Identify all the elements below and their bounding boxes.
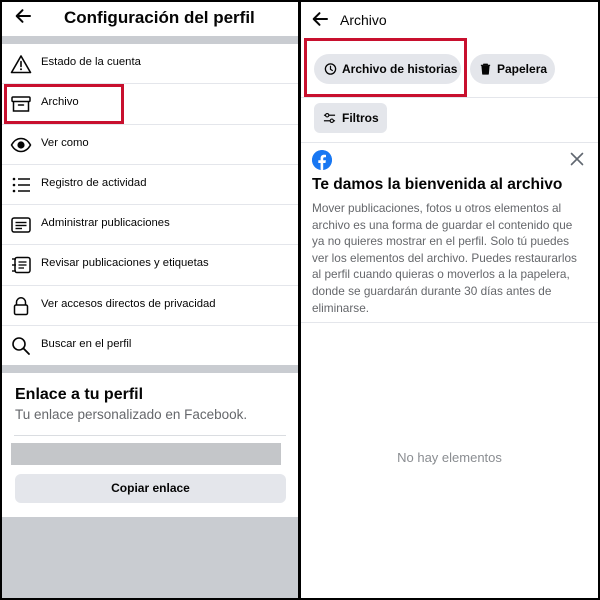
copy-link-button[interactable]: Copiar enlace xyxy=(15,474,286,503)
menu-item-label: Estado de la cuenta xyxy=(41,56,141,68)
trash-chip[interactable]: Papelera xyxy=(470,54,555,84)
welcome-description: Mover publicaciones, fotos u otros eleme… xyxy=(312,201,577,315)
menu-item-privacy-shortcuts[interactable]: Ver accesos directos de privacidad xyxy=(2,286,298,327)
menu-item-label: Administrar publicaciones xyxy=(41,217,170,230)
page-title: Archivo xyxy=(340,12,387,28)
menu-item-manage-posts[interactable]: Administrar publicaciones xyxy=(2,205,298,246)
menu-item-review-tags[interactable]: Revisar publicaciones y etiquetas xyxy=(2,245,298,286)
menu-item-search-profile[interactable]: Buscar en el perfil xyxy=(2,326,298,366)
profile-url-field xyxy=(11,443,281,465)
warning-icon xyxy=(10,55,32,74)
trash-icon xyxy=(480,63,491,75)
menu-item-view-as[interactable]: Ver como xyxy=(2,125,298,165)
divider xyxy=(301,142,598,143)
menu-item-label: Ver como xyxy=(41,136,89,149)
welcome-title: Te damos la bienvenida al archivo xyxy=(312,176,563,193)
page-title: Configuración del perfil xyxy=(64,8,255,27)
menu-item-label: Registro de actividad xyxy=(41,176,147,189)
filters-chip[interactable]: Filtros xyxy=(314,103,387,133)
back-arrow-icon[interactable] xyxy=(311,10,329,28)
lock-icon xyxy=(13,296,29,316)
divider xyxy=(301,97,598,98)
divider xyxy=(14,435,286,436)
close-icon[interactable] xyxy=(569,151,585,167)
chip-label: Papelera xyxy=(497,62,548,76)
sliders-icon xyxy=(323,112,336,124)
search-icon xyxy=(12,337,30,355)
list-icon xyxy=(12,177,30,193)
archive-header: Archivo xyxy=(301,2,598,38)
bottom-gray-area xyxy=(2,517,298,598)
facebook-logo-icon xyxy=(312,150,332,170)
highlight-box-archive xyxy=(4,84,124,124)
profile-link-title: Enlace a tu perfil xyxy=(15,386,144,403)
menu-item-label: Buscar en el perfil xyxy=(41,338,132,351)
profile-link-card: Enlace a tu perfil Tu enlace personaliza… xyxy=(2,373,298,517)
empty-state-text: No hay elementos xyxy=(397,450,502,465)
review-tags-icon xyxy=(12,257,31,274)
menu-item-label: Ver accesos directos de privacidad xyxy=(41,297,216,310)
menu-item-label: Revisar publicaciones y etiquetas xyxy=(41,257,209,270)
manage-posts-icon xyxy=(11,217,31,233)
menu-item-activity-log[interactable]: Registro de actividad xyxy=(2,165,298,206)
profile-link-subtitle: Tu enlace personalizado en Facebook. xyxy=(15,407,248,422)
menu-item-account-status[interactable]: Estado de la cuenta xyxy=(2,44,298,85)
divider xyxy=(301,322,598,323)
back-arrow-icon[interactable] xyxy=(14,7,32,25)
eye-icon xyxy=(10,137,32,152)
highlight-box-story-archive xyxy=(304,38,467,97)
profile-settings-header: Configuración del perfil xyxy=(2,2,298,36)
section-divider xyxy=(2,36,298,44)
chip-label: Filtros xyxy=(342,111,379,125)
